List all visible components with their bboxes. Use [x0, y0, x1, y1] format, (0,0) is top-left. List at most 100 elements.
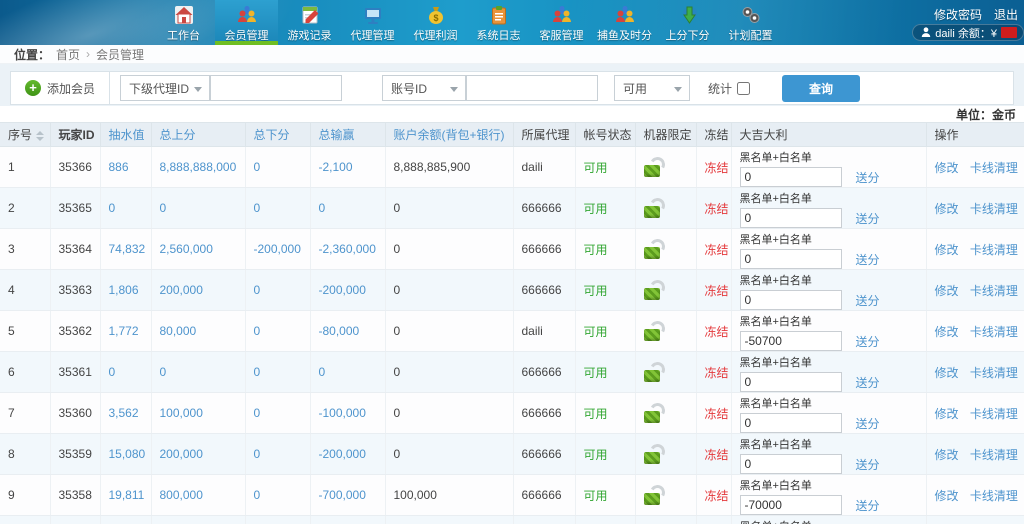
total-winloss-link[interactable]: -100,000: [310, 393, 385, 434]
stats-checkbox[interactable]: [737, 82, 750, 95]
clear-line-link[interactable]: 卡线清理: [970, 202, 1018, 216]
total-down-link[interactable]: 0: [245, 393, 310, 434]
clear-line-link[interactable]: 卡线清理: [970, 325, 1018, 339]
nav-item-score-updown[interactable]: 上分下分: [656, 0, 719, 45]
nav-item-customer-service[interactable]: 客服管理: [530, 0, 593, 45]
pump-value-link[interactable]: 0: [100, 188, 151, 229]
send-score-link[interactable]: 送分: [856, 374, 880, 391]
pump-value-link[interactable]: 74,832: [100, 229, 151, 270]
machine-unlock-icon[interactable]: [644, 321, 662, 341]
nav-item-game-records[interactable]: 游戏记录: [278, 0, 341, 45]
user-balance-badge[interactable]: daili 余额：¥: [912, 24, 1024, 41]
total-down-link[interactable]: 0: [245, 434, 310, 475]
score-input[interactable]: [740, 495, 842, 515]
send-score-link[interactable]: 送分: [856, 456, 880, 473]
pump-value-link[interactable]: 19,811: [100, 475, 151, 516]
total-down-link[interactable]: 0: [245, 352, 310, 393]
pump-value-link[interactable]: 886: [100, 147, 151, 188]
nav-item-system-logs[interactable]: 系统日志: [467, 0, 530, 45]
score-input[interactable]: [740, 372, 842, 392]
add-member-button[interactable]: + 添加会员: [11, 72, 110, 104]
machine-unlock-icon[interactable]: [644, 362, 662, 382]
total-up-link[interactable]: 200,000: [151, 270, 245, 311]
freeze-link[interactable]: 冻结: [705, 202, 729, 216]
logout-link[interactable]: 退出: [994, 6, 1018, 23]
total-up-link[interactable]: 200,000: [151, 434, 245, 475]
clear-line-link[interactable]: 卡线清理: [970, 407, 1018, 421]
total-winloss-link[interactable]: -200,000: [310, 270, 385, 311]
machine-unlock-icon[interactable]: [644, 403, 662, 423]
edit-link[interactable]: 修改: [935, 366, 959, 380]
change-password-link[interactable]: 修改密码: [934, 6, 982, 23]
clear-line-link[interactable]: 卡线清理: [970, 284, 1018, 298]
total-winloss-link[interactable]: -2,100: [310, 147, 385, 188]
freeze-link[interactable]: 冻结: [705, 489, 729, 503]
machine-unlock-icon[interactable]: [644, 157, 662, 177]
clear-line-link[interactable]: 卡线清理: [970, 489, 1018, 503]
score-input[interactable]: [740, 290, 842, 310]
total-winloss-link[interactable]: -80,000: [310, 311, 385, 352]
send-score-link[interactable]: 送分: [856, 251, 880, 268]
send-score-link[interactable]: 送分: [856, 333, 880, 350]
freeze-link[interactable]: 冻结: [705, 407, 729, 421]
account-id-select[interactable]: 账号ID: [382, 75, 466, 101]
nav-item-plan-config[interactable]: 计划配置: [719, 0, 782, 45]
col-index[interactable]: 序号: [0, 123, 50, 147]
total-down-link[interactable]: -200,000: [245, 229, 310, 270]
breadcrumb-home-link[interactable]: 首页: [56, 46, 80, 63]
nav-item-fishing-score[interactable]: 捕鱼及时分: [593, 0, 656, 45]
total-down-link[interactable]: 0: [245, 270, 310, 311]
edit-link[interactable]: 修改: [935, 161, 959, 175]
total-up-link[interactable]: 800,000: [151, 475, 245, 516]
total-down-link[interactable]: 0: [245, 311, 310, 352]
total-winloss-link[interactable]: 0: [310, 188, 385, 229]
machine-unlock-icon[interactable]: [644, 198, 662, 218]
total-up-link[interactable]: 100,000: [151, 393, 245, 434]
clear-line-link[interactable]: 卡线清理: [970, 243, 1018, 257]
freeze-link[interactable]: 冻结: [705, 161, 729, 175]
pump-value-link[interactable]: 15,080: [100, 434, 151, 475]
total-winloss-link[interactable]: -700,000: [310, 475, 385, 516]
nav-item-agent-management[interactable]: 代理管理: [341, 0, 404, 45]
score-input[interactable]: [740, 454, 842, 474]
clear-line-link[interactable]: 卡线清理: [970, 448, 1018, 462]
pump-value-link[interactable]: 1,772: [100, 311, 151, 352]
clear-line-link[interactable]: 卡线清理: [970, 366, 1018, 380]
sub-agent-id-select[interactable]: 下级代理ID: [120, 75, 210, 101]
nav-item-members[interactable]: 会员管理: [215, 0, 278, 45]
freeze-link[interactable]: 冻结: [705, 366, 729, 380]
edit-link[interactable]: 修改: [935, 284, 959, 298]
score-input[interactable]: [740, 167, 842, 187]
score-input[interactable]: [740, 331, 842, 351]
total-up-link[interactable]: 8,888,888,000: [151, 147, 245, 188]
total-up-link[interactable]: 0: [151, 516, 245, 524]
total-up-link[interactable]: 0: [151, 352, 245, 393]
edit-link[interactable]: 修改: [935, 489, 959, 503]
nav-item-agent-profit[interactable]: $ 代理利润: [404, 0, 467, 45]
freeze-link[interactable]: 冻结: [705, 325, 729, 339]
total-up-link[interactable]: 80,000: [151, 311, 245, 352]
send-score-link[interactable]: 送分: [856, 415, 880, 432]
nav-item-workbench[interactable]: 工作台: [152, 0, 215, 45]
freeze-link[interactable]: 冻结: [705, 284, 729, 298]
total-up-link[interactable]: 0: [151, 188, 245, 229]
pump-value-link[interactable]: 0: [100, 516, 151, 524]
freeze-link[interactable]: 冻结: [705, 448, 729, 462]
edit-link[interactable]: 修改: [935, 202, 959, 216]
pump-value-link[interactable]: 3,562: [100, 393, 151, 434]
account-id-input[interactable]: [466, 75, 598, 101]
total-down-link[interactable]: 0: [245, 188, 310, 229]
send-score-link[interactable]: 送分: [856, 292, 880, 309]
freeze-link[interactable]: 冻结: [705, 243, 729, 257]
machine-unlock-icon[interactable]: [644, 239, 662, 259]
score-input[interactable]: [740, 208, 842, 228]
edit-link[interactable]: 修改: [935, 325, 959, 339]
total-winloss-link[interactable]: -200,000: [310, 434, 385, 475]
status-select[interactable]: 可用: [614, 75, 690, 101]
total-down-link[interactable]: 0: [245, 147, 310, 188]
send-score-link[interactable]: 送分: [856, 210, 880, 227]
score-input[interactable]: [740, 249, 842, 269]
total-winloss-link[interactable]: 0: [310, 516, 385, 524]
pump-value-link[interactable]: 0: [100, 352, 151, 393]
machine-unlock-icon[interactable]: [644, 280, 662, 300]
